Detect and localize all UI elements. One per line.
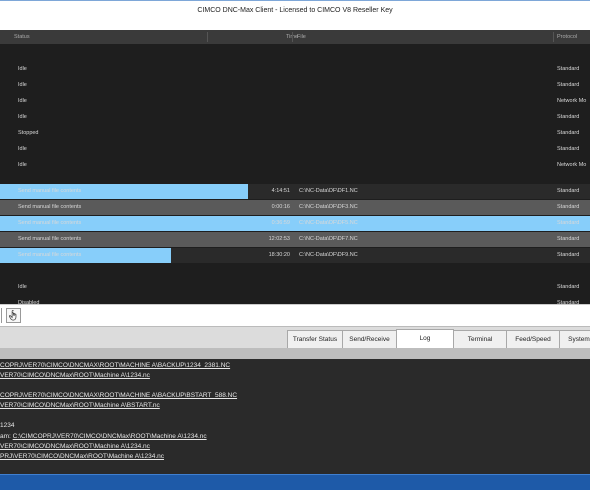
log-panel[interactable]: COPRJ\VER70\CIMCO\DNCMAX\ROOT\MACHINE A\… [0, 359, 590, 474]
table-row[interactable]: Idle Standard [0, 142, 590, 157]
table-row[interactable]: Send manual file contents 18:30:20 C:\NC-D… [0, 248, 590, 263]
tab-send-receive[interactable]: Send/Receive [342, 330, 397, 349]
log-line: 1234 [0, 422, 14, 429]
table-row[interactable]: Idle Network Mo [0, 158, 590, 173]
status-cell: Send manual file contents [18, 188, 82, 194]
tab-log[interactable]: Log [396, 329, 454, 349]
status-cell: Send manual file contents [18, 252, 82, 258]
tab-bar: Transfer Status Send/Receive Log Terminal Fe… [0, 326, 590, 349]
log-line: VER70\CIMCO\DNCMax\ROOT\Machine A\1234.n… [0, 372, 150, 379]
column-header-protocol[interactable]: Protocol [557, 34, 577, 40]
status-cell: Idle [18, 82, 27, 88]
log-file-link[interactable]: COPRJ\VER70\CIMCO\DNCMAX\ROOT\MACHINE A\… [0, 392, 237, 399]
tab-system[interactable]: System [559, 330, 590, 349]
protocol-cell: Standard [557, 188, 580, 194]
time-cell: 12:02:53 [268, 236, 290, 242]
progress-bar [0, 216, 590, 231]
hand-pointer-icon-glyph [9, 310, 17, 321]
column-header-status[interactable]: Status [14, 34, 30, 40]
log-line: PRJ\VER70\CIMCO\DNCMax\ROOT\Machine A\12… [0, 453, 164, 460]
table-row[interactable]: Send manual file contents 0:00:16 C:\NC-Da… [0, 200, 590, 215]
log-file-link[interactable]: COPRJ\VER70\CIMCO\DNCMAX\ROOT\MACHINE A\… [0, 362, 230, 369]
protocol-cell: Standard [557, 252, 580, 258]
time-cell: 4:14:51 [271, 188, 290, 194]
tab-terminal[interactable]: Terminal [453, 330, 507, 349]
protocol-cell: Standard [557, 236, 580, 242]
table-row[interactable]: Send manual file contents 12:02:53 C:\NC-D… [0, 232, 590, 247]
status-bar [0, 474, 590, 490]
status-cell: Idle [18, 146, 27, 152]
protocol-cell: Network Mo [557, 98, 587, 104]
column-header-file[interactable]: File [297, 34, 306, 40]
column-separator [207, 32, 208, 42]
file-cell: C:\NC-Data\DF\DF3.NC [299, 204, 358, 210]
table-row[interactable]: Idle Standard [0, 62, 590, 77]
column-separator [553, 32, 554, 42]
table-row[interactable]: Idle Standard [0, 78, 590, 93]
log-file-link[interactable]: C:\CIMCOPRJ\VER70\CIMCO\DNCMax\ROOT\Mach… [13, 433, 207, 440]
protocol-cell: Standard [557, 284, 580, 290]
file-cell: C:\NC-Data\DF\DF9.NC [299, 252, 358, 258]
status-cell: Send manual file contents [18, 220, 82, 226]
tab-transfer-status[interactable]: Transfer Status [287, 330, 343, 349]
log-file-link[interactable]: VER70\CIMCO\DNCMax\ROOT\Machine A\BSTART… [0, 402, 160, 409]
toolbar [0, 304, 590, 326]
grid-header: Status Time File Protocol [0, 30, 590, 44]
file-cell: C:\NC-Data\DF\DF5.NC [299, 220, 358, 226]
hand-pointer-icon[interactable] [6, 308, 21, 323]
log-line: am: C:\CIMCOPRJ\VER70\CIMCO\DNCMax\ROOT\… [0, 433, 207, 440]
status-cell: Send manual file contents [18, 236, 82, 242]
status-cell: Stopped [18, 130, 39, 136]
log-line-text: 1234 [0, 422, 15, 429]
protocol-cell: Standard [557, 66, 580, 72]
protocol-cell: Network Mo [557, 162, 587, 168]
file-cell: C:\NC-Data\DF\DF7.NC [299, 236, 358, 242]
status-cell: Idle [18, 284, 27, 290]
status-cell: Idle [18, 114, 27, 120]
protocol-cell: Standard [557, 130, 580, 136]
table-row[interactable]: Send manual file contents 0:36:59 C:\NC-Da… [0, 216, 590, 231]
log-line-prefix: am: [0, 433, 13, 440]
column-separator [292, 32, 293, 42]
protocol-cell: Standard [557, 146, 580, 152]
status-cell: Idle [18, 98, 27, 104]
toolbar-edge-button[interactable] [0, 308, 2, 323]
status-cell: Idle [18, 66, 27, 72]
machine-grid[interactable]: Status Time File Protocol IdleStandardId… [0, 30, 590, 304]
log-file-link[interactable]: VER70\CIMCO\DNCMax\ROOT\Machine A\1234.n… [0, 443, 150, 450]
log-file-link[interactable]: VER70\CIMCO\DNCMax\ROOT\Machine A\1234.n… [0, 372, 150, 379]
log-line: VER70\CIMCO\DNCMax\ROOT\Machine A\1234.n… [0, 443, 150, 450]
table-row[interactable]: Disabled Standard [0, 296, 590, 304]
window-title: CIMCO DNC-Max Client - Licensed to CIMCO… [197, 7, 393, 14]
protocol-cell: Standard [557, 204, 580, 210]
status-cell: Send manual file contents [18, 204, 82, 210]
table-row[interactable]: Send manual file contents 4:14:51 C:\NC-Da… [0, 184, 590, 199]
protocol-cell: Standard [557, 220, 580, 226]
log-header-strip [0, 348, 590, 359]
table-row[interactable]: Idle Network Mo [0, 94, 590, 109]
protocol-cell: Standard [557, 114, 580, 120]
status-cell: Idle [18, 162, 27, 168]
table-row[interactable]: Stopped Standard [0, 126, 590, 141]
time-cell: 0:36:59 [271, 220, 290, 226]
protocol-cell: Standard [557, 82, 580, 88]
time-cell: 18:30:20 [268, 252, 290, 258]
log-file-link[interactable]: PRJ\VER70\CIMCO\DNCMax\ROOT\Machine A\12… [0, 453, 164, 460]
file-cell: C:\NC-Data\DF\DF1.NC [299, 188, 358, 194]
log-line: COPRJ\VER70\CIMCO\DNCMAX\ROOT\MACHINE A\… [0, 392, 237, 399]
table-row[interactable]: Idle Standard [0, 110, 590, 125]
tab-feed-speed[interactable]: Feed/Speed [506, 330, 560, 349]
log-line: VER70\CIMCO\DNCMax\ROOT\Machine A\BSTART… [0, 402, 160, 409]
title-bar: CIMCO DNC-Max Client - Licensed to CIMCO… [0, 0, 590, 30]
time-cell: 0:00:16 [271, 204, 290, 210]
log-line: COPRJ\VER70\CIMCO\DNCMAX\ROOT\MACHINE A\… [0, 362, 230, 369]
table-row[interactable]: Idle Standard [0, 280, 590, 295]
